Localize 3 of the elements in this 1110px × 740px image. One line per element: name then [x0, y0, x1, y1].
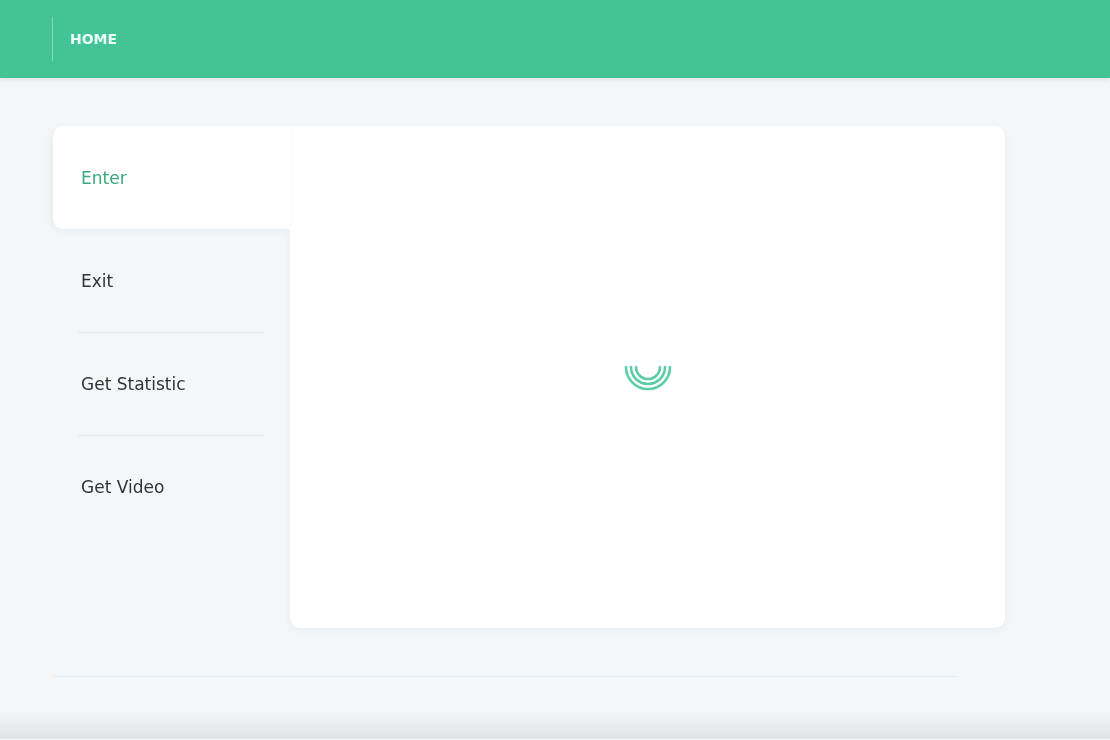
sidebar-tab[interactable]: Exit [53, 229, 290, 332]
sidebar-tab[interactable]: Get Statistic [53, 332, 290, 435]
sidebar-tab[interactable]: Get Video [53, 435, 290, 538]
